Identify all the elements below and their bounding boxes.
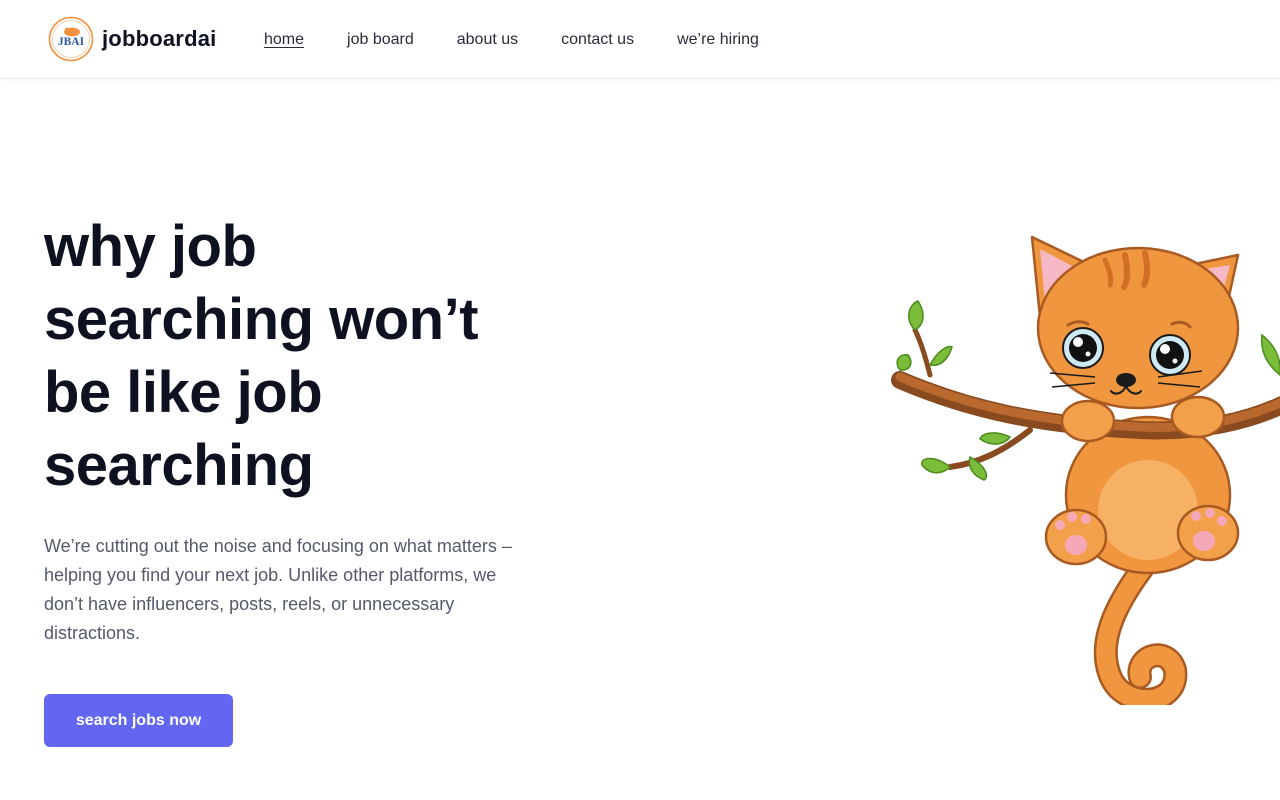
brand-name: jobboardai <box>102 26 217 51</box>
brand-home-link[interactable]: JBAI jobboardai <box>48 16 216 62</box>
hero-title-line: searching <box>44 433 314 498</box>
main-nav: home job board about us contact us we’re… <box>264 0 802 79</box>
nav-item-home[interactable]: home <box>264 31 304 49</box>
hero-description: We’re cutting out the noise and focusing… <box>44 536 512 643</box>
nav-item-about-us[interactable]: about us <box>457 31 518 49</box>
hero-title-line: why job <box>44 214 257 279</box>
jbai-logo-icon: JBAI <box>48 16 94 62</box>
hero-title-line: searching won’t <box>44 287 479 352</box>
hero-title-line: be like job <box>44 360 323 425</box>
cat-on-branch-illustration <box>891 235 1280 705</box>
nav-item-hiring[interactable]: we’re hiring <box>677 31 759 49</box>
nav-item-contact-us[interactable]: contact us <box>561 31 634 49</box>
hero-title: why job searching won’t be like job sear… <box>44 210 564 502</box>
top-navbar: JBAI jobboardai home job board about us … <box>0 0 1280 79</box>
svg-text:JBAI: JBAI <box>58 36 85 48</box>
nav-item-job-board[interactable]: job board <box>347 31 414 49</box>
search-jobs-button[interactable]: search jobs now <box>44 694 233 747</box>
